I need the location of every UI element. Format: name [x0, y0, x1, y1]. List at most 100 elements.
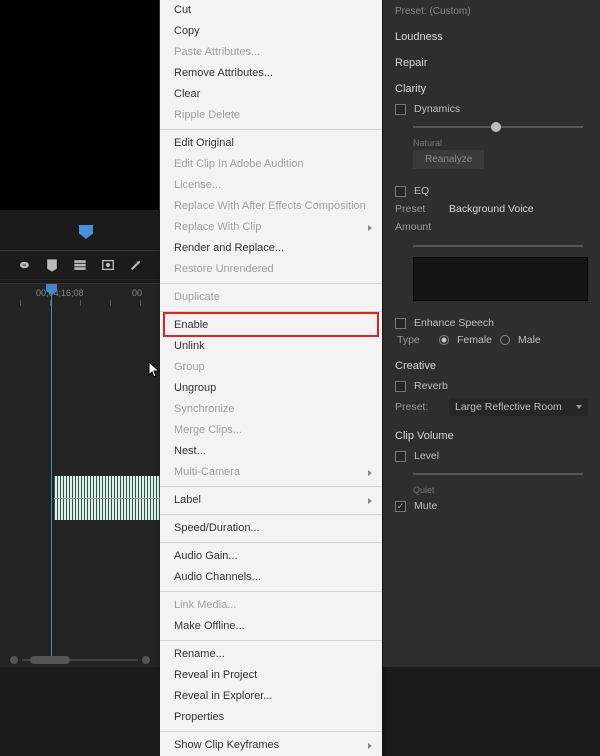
menu-item-edit-original[interactable]: Edit Original [160, 133, 382, 154]
menu-item-reveal-in-project[interactable]: Reveal in Project [160, 665, 382, 686]
male-radio[interactable] [500, 335, 510, 345]
eq-checkbox[interactable] [395, 186, 406, 197]
enhance-speech-label: Enhance Speech [414, 317, 494, 329]
playhead[interactable] [51, 284, 52, 664]
settings-icon[interactable] [72, 257, 88, 273]
level-checkbox[interactable] [395, 451, 406, 462]
menu-separator [160, 731, 382, 732]
section-repair[interactable]: Repair [395, 57, 588, 69]
panel-preset-row: Preset: (Custom) [395, 6, 588, 17]
menu-item-rename[interactable]: Rename... [160, 644, 382, 665]
menu-item-properties[interactable]: Properties [160, 707, 382, 728]
menu-item-make-offline[interactable]: Make Offline... [160, 616, 382, 637]
menu-item-merge-clips: Merge Clips... [160, 420, 382, 441]
wrench-icon[interactable] [128, 257, 144, 273]
reverb-preset-dropdown[interactable]: Large Reflective Room [449, 398, 588, 416]
link-icon[interactable] [16, 257, 32, 273]
menu-item-unlink[interactable]: Unlink [160, 336, 382, 357]
menu-item-label[interactable]: Label [160, 490, 382, 511]
clip-context-menu: CutCopyPaste Attributes...Remove Attribu… [160, 0, 382, 756]
timecode: 00 [132, 288, 142, 298]
program-playhead-marker[interactable] [79, 225, 93, 239]
section-creative[interactable]: Creative [395, 360, 588, 372]
menu-item-replace-with-after-effects-composition: Replace With After Effects Composition [160, 196, 382, 217]
menu-item-clear[interactable]: Clear [160, 84, 382, 105]
menu-item-replace-with-clip: Replace With Clip [160, 217, 382, 238]
menu-item-edit-clip-in-adobe-audition: Edit Clip In Adobe Audition [160, 154, 382, 175]
waveform [54, 476, 160, 498]
menu-item-render-and-replace[interactable]: Render and Replace... [160, 238, 382, 259]
female-radio[interactable] [439, 335, 449, 345]
preset-label: Preset: [395, 6, 427, 17]
menu-item-copy[interactable]: Copy [160, 21, 382, 42]
time-ruler[interactable]: 00;04;16;08 00 [0, 284, 160, 308]
eq-preset-label: Preset [395, 203, 441, 215]
eq-label: EQ [414, 185, 429, 197]
reanalyze-button[interactable]: Reanalyze [413, 150, 484, 169]
level-label: Level [414, 450, 439, 462]
reverb-preset-label: Preset: [395, 401, 441, 413]
mute-label: Mute [414, 500, 437, 512]
chevron-down-icon [576, 405, 582, 409]
menu-separator [160, 514, 382, 515]
menu-separator [160, 283, 382, 284]
timeline-zoom-scrollbar[interactable] [10, 655, 150, 665]
menu-item-group: Group [160, 357, 382, 378]
enhance-speech-checkbox[interactable] [395, 318, 406, 329]
section-clarity[interactable]: Clarity [395, 83, 588, 95]
natural-label: Natural [413, 138, 588, 148]
menu-separator [160, 311, 382, 312]
menu-item-multi-camera: Multi-Camera [160, 462, 382, 483]
menu-item-audio-gain[interactable]: Audio Gain... [160, 546, 382, 567]
timeline-panel[interactable]: 00;04;16;08 00 [0, 283, 160, 667]
eq-preset-value[interactable]: Background Voice [449, 203, 534, 215]
menu-item-ripple-delete: Ripple Delete [160, 105, 382, 126]
level-slider[interactable] [413, 467, 583, 481]
eq-graph[interactable] [413, 257, 588, 301]
program-monitor [0, 0, 160, 210]
timecode: 00;04;16;08 [36, 288, 84, 298]
female-label: Female [457, 334, 492, 346]
marker-icon[interactable] [44, 257, 60, 273]
menu-item-link-media: Link Media... [160, 595, 382, 616]
menu-item-reveal-in-explorer[interactable]: Reveal in Explorer... [160, 686, 382, 707]
amount-label: Amount [395, 221, 441, 233]
mute-checkbox[interactable] [395, 501, 406, 512]
menu-separator [160, 640, 382, 641]
quiet-label: Quiet [413, 485, 588, 495]
timeline-toolbar [0, 250, 160, 280]
menu-separator [160, 486, 382, 487]
menu-item-show-clip-keyframes[interactable]: Show Clip Keyframes [160, 735, 382, 756]
menu-separator [160, 591, 382, 592]
dynamics-checkbox[interactable] [395, 104, 406, 115]
amount-slider[interactable] [413, 239, 583, 253]
waveform [54, 498, 160, 520]
preset-value[interactable]: (Custom) [429, 6, 470, 17]
audio-clip[interactable] [54, 476, 160, 520]
male-label: Male [518, 334, 541, 346]
menu-item-audio-channels[interactable]: Audio Channels... [160, 567, 382, 588]
type-label: Type [397, 334, 431, 346]
menu-item-paste-attributes: Paste Attributes... [160, 42, 382, 63]
snap-icon[interactable] [100, 257, 116, 273]
menu-item-duplicate: Duplicate [160, 287, 382, 308]
section-clip-volume[interactable]: Clip Volume [395, 430, 588, 442]
dynamics-slider[interactable] [413, 120, 583, 134]
menu-item-cut[interactable]: Cut [160, 0, 382, 21]
reverb-label: Reverb [414, 380, 448, 392]
menu-separator [160, 542, 382, 543]
section-loudness[interactable]: Loudness [395, 31, 588, 43]
menu-item-remove-attributes[interactable]: Remove Attributes... [160, 63, 382, 84]
menu-item-synchronize: Synchronize [160, 399, 382, 420]
menu-item-enable[interactable]: Enable [160, 315, 382, 336]
menu-item-nest[interactable]: Nest... [160, 441, 382, 462]
menu-item-license: License... [160, 175, 382, 196]
menu-item-restore-unrendered: Restore Unrendered [160, 259, 382, 280]
menu-separator [160, 129, 382, 130]
essential-sound-panel: Preset: (Custom) Loudness Repair Clarity… [382, 0, 600, 667]
menu-item-speed-duration[interactable]: Speed/Duration... [160, 518, 382, 539]
menu-item-ungroup[interactable]: Ungroup [160, 378, 382, 399]
reverb-checkbox[interactable] [395, 381, 406, 392]
reverb-preset-value: Large Reflective Room [455, 401, 562, 413]
dynamics-label: Dynamics [414, 103, 460, 115]
